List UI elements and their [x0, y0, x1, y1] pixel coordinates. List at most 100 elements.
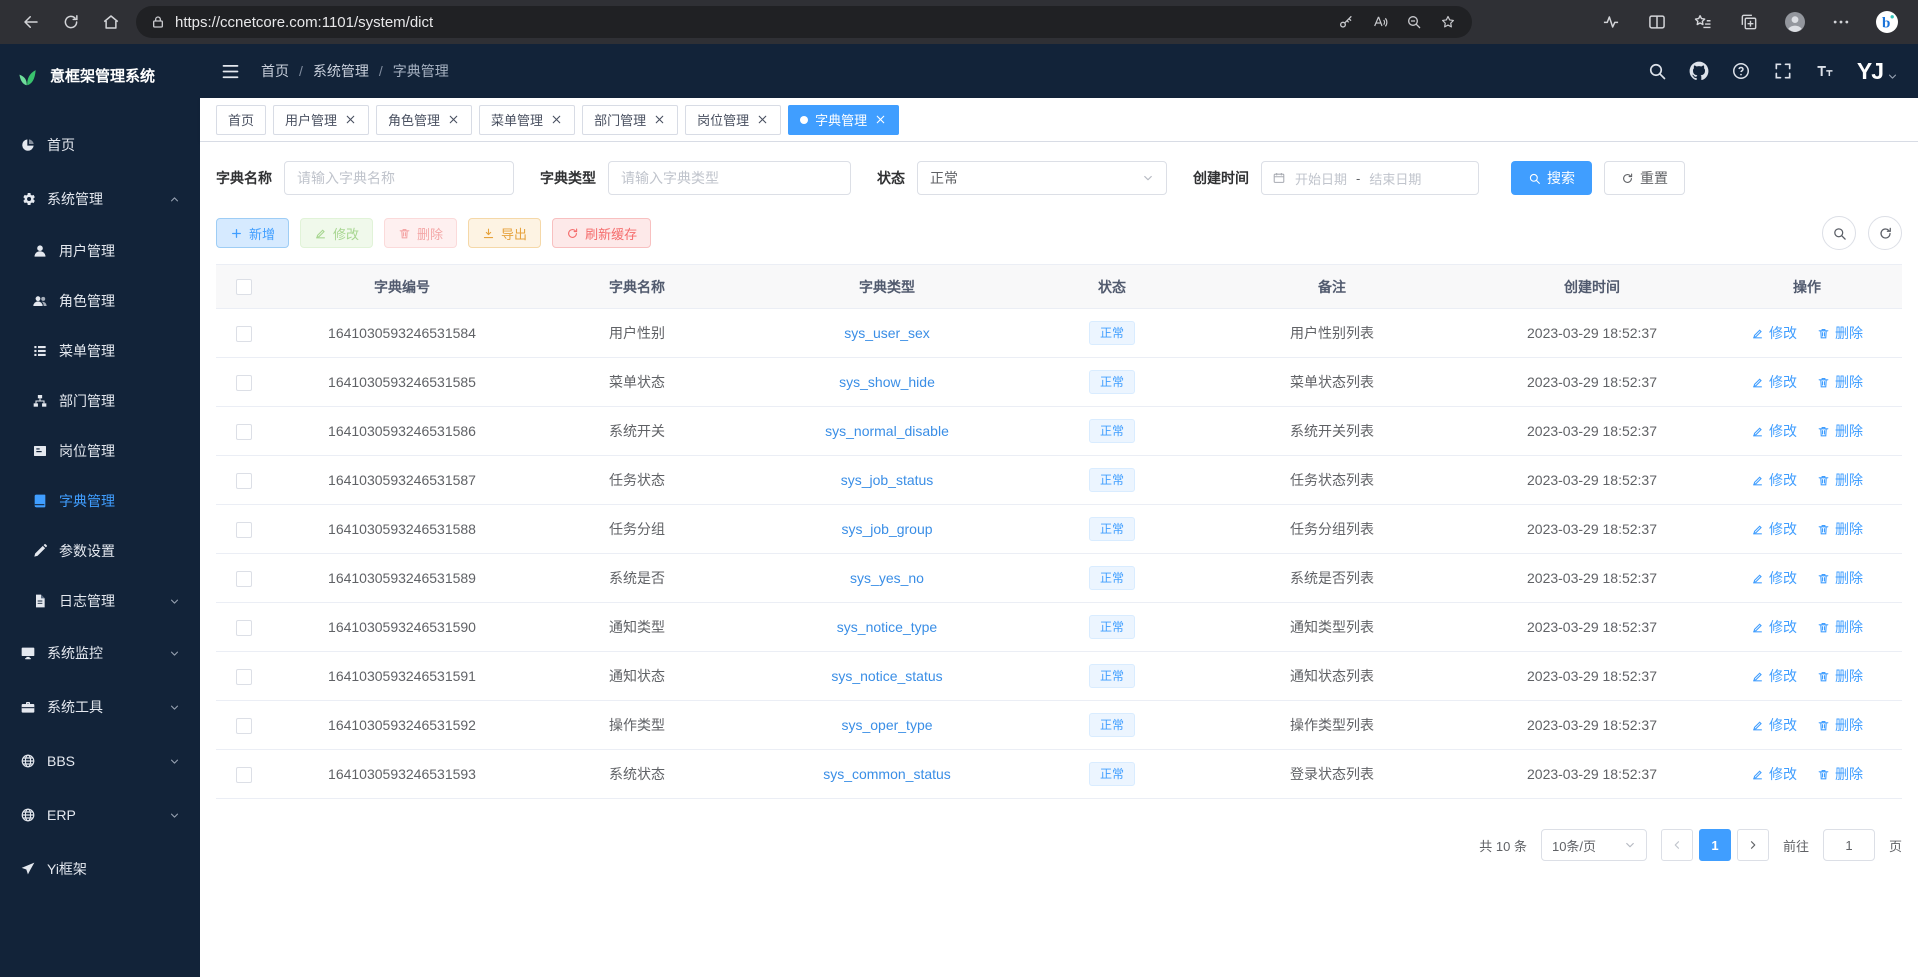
reload-icon[interactable]: [52, 5, 90, 39]
row-delete-button[interactable]: 删除: [1817, 617, 1863, 637]
prev-page-button[interactable]: [1661, 829, 1693, 861]
dict-type-link[interactable]: sys_oper_type: [841, 717, 932, 733]
tab-6[interactable]: 字典管理: [788, 105, 899, 135]
dict-type-link[interactable]: sys_job_group: [841, 521, 932, 537]
row-edit-button[interactable]: 修改: [1751, 764, 1797, 784]
row-checkbox[interactable]: [236, 473, 252, 489]
back-icon[interactable]: [12, 5, 50, 39]
dict-type-link[interactable]: sys_common_status: [823, 766, 951, 782]
read-aloud-icon[interactable]: [1364, 9, 1396, 35]
select-all-checkbox[interactable]: [236, 279, 252, 295]
sidebar-item-dict[interactable]: 字典管理: [0, 476, 200, 526]
address-bar[interactable]: https://ccnetcore.com:1101/system/dict: [136, 6, 1472, 38]
row-delete-button[interactable]: 删除: [1817, 323, 1863, 343]
home-icon[interactable]: [92, 5, 130, 39]
breadcrumb-home[interactable]: 首页: [261, 61, 289, 81]
dict-type-input[interactable]: [608, 161, 851, 195]
tab-4[interactable]: 部门管理: [582, 105, 678, 135]
search-button[interactable]: 搜索: [1511, 161, 1592, 195]
dict-type-link[interactable]: sys_normal_disable: [825, 423, 949, 439]
tab-close-icon[interactable]: [874, 113, 887, 126]
github-icon[interactable]: [1689, 61, 1709, 81]
toggle-search-button[interactable]: [1822, 216, 1856, 250]
profile-icon[interactable]: [1776, 5, 1814, 39]
row-edit-button[interactable]: 修改: [1751, 617, 1797, 637]
export-button[interactable]: 导出: [468, 218, 541, 248]
row-edit-button[interactable]: 修改: [1751, 519, 1797, 539]
dict-type-link[interactable]: sys_notice_status: [831, 668, 942, 684]
more-icon[interactable]: [1822, 5, 1860, 39]
refresh-cache-button[interactable]: 刷新缓存: [552, 218, 651, 248]
row-edit-button[interactable]: 修改: [1751, 666, 1797, 686]
dict-name-input[interactable]: [284, 161, 514, 195]
key-icon[interactable]: [1330, 9, 1362, 35]
row-edit-button[interactable]: 修改: [1751, 715, 1797, 735]
dict-type-link[interactable]: sys_job_status: [841, 472, 934, 488]
sidebar-item-menu[interactable]: 菜单管理: [0, 326, 200, 376]
tab-3[interactable]: 菜单管理: [479, 105, 575, 135]
sidebar-item-role[interactable]: 角色管理: [0, 276, 200, 326]
tab-1[interactable]: 用户管理: [273, 105, 369, 135]
dict-type-link[interactable]: sys_show_hide: [839, 374, 935, 390]
refresh-table-button[interactable]: [1868, 216, 1902, 250]
sidebar-item-system[interactable]: 系统管理: [0, 172, 200, 226]
sidebar-item-user[interactable]: 用户管理: [0, 226, 200, 276]
sidebar-item-home[interactable]: 首页: [0, 118, 200, 172]
reset-button[interactable]: 重置: [1604, 161, 1685, 195]
next-page-button[interactable]: [1737, 829, 1769, 861]
sidebar-item-bbs[interactable]: BBS: [0, 734, 200, 788]
delete-button[interactable]: 删除: [384, 218, 457, 248]
row-checkbox[interactable]: [236, 326, 252, 342]
collections-icon[interactable]: [1730, 5, 1768, 39]
row-delete-button[interactable]: 删除: [1817, 470, 1863, 490]
row-checkbox[interactable]: [236, 718, 252, 734]
font-size-icon[interactable]: [1815, 61, 1835, 81]
help-icon[interactable]: [1731, 61, 1751, 81]
row-delete-button[interactable]: 删除: [1817, 715, 1863, 735]
page-size-select[interactable]: 10条/页: [1541, 829, 1647, 861]
tab-close-icon[interactable]: [550, 113, 563, 126]
row-checkbox[interactable]: [236, 522, 252, 538]
url-text[interactable]: https://ccnetcore.com:1101/system/dict: [175, 14, 1321, 31]
sidebar-item-monitor[interactable]: 系统监控: [0, 626, 200, 680]
page-1-button[interactable]: 1: [1699, 829, 1731, 861]
split-screen-icon[interactable]: [1638, 5, 1676, 39]
sidebar-item-yiframe[interactable]: Yi框架: [0, 842, 200, 896]
breadcrumb-system[interactable]: 系统管理: [313, 61, 369, 81]
row-edit-button[interactable]: 修改: [1751, 372, 1797, 392]
row-delete-button[interactable]: 删除: [1817, 421, 1863, 441]
search-icon[interactable]: [1647, 61, 1667, 81]
row-edit-button[interactable]: 修改: [1751, 421, 1797, 441]
browser-essentials-icon[interactable]: [1592, 5, 1630, 39]
row-checkbox[interactable]: [236, 424, 252, 440]
row-edit-button[interactable]: 修改: [1751, 323, 1797, 343]
tab-close-icon[interactable]: [653, 113, 666, 126]
collapse-sidebar-icon[interactable]: [220, 61, 241, 82]
add-button[interactable]: 新增: [216, 218, 289, 248]
copilot-icon[interactable]: b: [1868, 5, 1906, 39]
sidebar-item-dept[interactable]: 部门管理: [0, 376, 200, 426]
row-checkbox[interactable]: [236, 669, 252, 685]
fullscreen-icon[interactable]: [1773, 61, 1793, 81]
zoom-out-icon[interactable]: [1398, 9, 1430, 35]
tab-0[interactable]: 首页: [216, 105, 266, 135]
favorites-icon[interactable]: [1684, 5, 1722, 39]
goto-page-input[interactable]: [1823, 829, 1875, 861]
row-checkbox[interactable]: [236, 375, 252, 391]
sidebar-item-config[interactable]: 参数设置: [0, 526, 200, 576]
sidebar-item-post[interactable]: 岗位管理: [0, 426, 200, 476]
row-delete-button[interactable]: 删除: [1817, 764, 1863, 784]
row-delete-button[interactable]: 删除: [1817, 372, 1863, 392]
status-select[interactable]: 正常: [917, 161, 1167, 195]
tab-2[interactable]: 角色管理: [376, 105, 472, 135]
sidebar-item-tools[interactable]: 系统工具: [0, 680, 200, 734]
date-range-picker[interactable]: 开始日期 - 结束日期: [1261, 161, 1479, 195]
app-logo[interactable]: 意框架管理系统: [0, 44, 200, 106]
sidebar-item-erp[interactable]: ERP: [0, 788, 200, 842]
favorite-star-icon[interactable]: [1432, 9, 1464, 35]
user-logo-dropdown[interactable]: YJ: [1857, 60, 1898, 83]
tab-close-icon[interactable]: [447, 113, 460, 126]
dict-type-link[interactable]: sys_yes_no: [850, 570, 924, 586]
row-checkbox[interactable]: [236, 620, 252, 636]
lock-icon[interactable]: [150, 14, 166, 30]
